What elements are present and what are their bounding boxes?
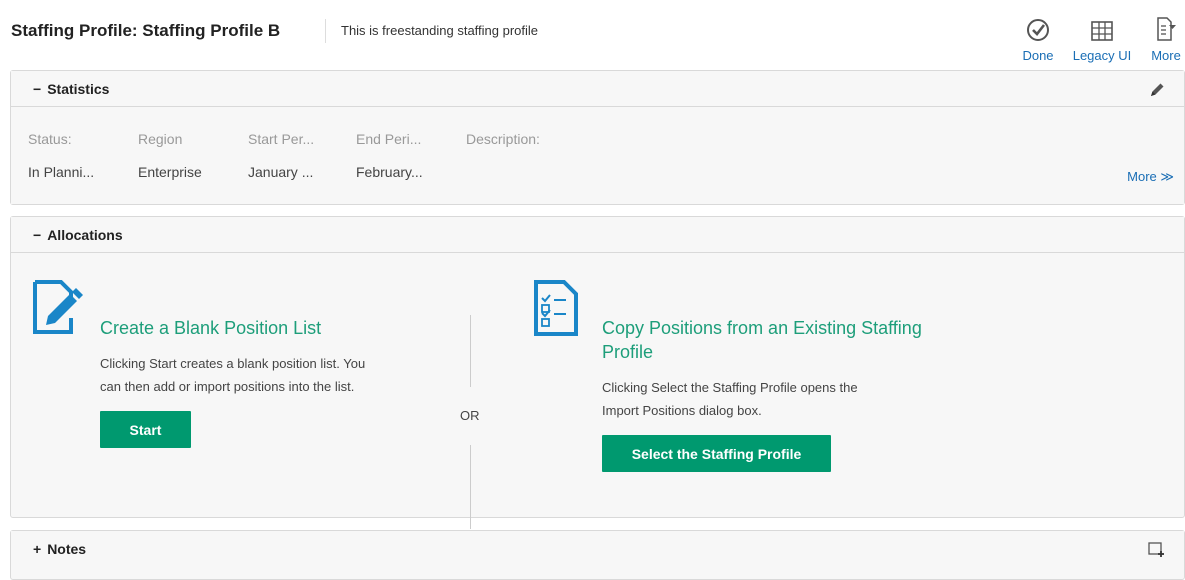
table-grid-icon <box>1068 14 1136 42</box>
copy-positions-title-2: Profile <box>602 342 654 362</box>
stat-label: Description: <box>466 131 540 147</box>
edit-pencil-icon[interactable] <box>1148 81 1166 104</box>
stat-description: Description: <box>466 131 540 164</box>
allocations-body: Create a Blank Position List Clicking St… <box>11 253 1184 529</box>
stat-region: Region Enterprise <box>138 131 202 180</box>
or-divider-bottom <box>470 445 471 529</box>
copy-positions-title-1: Copy Positions from an Existing Staffing <box>602 318 922 338</box>
done-label: Done <box>1022 48 1054 63</box>
stat-status: Status: In Planni... <box>28 131 94 180</box>
statistics-body: Status: In Planni... Region Enterprise S… <box>11 107 1184 204</box>
or-divider-top <box>470 315 471 387</box>
notes-title: Notes <box>47 541 87 557</box>
page-description: This is freestanding staffing profile <box>341 23 539 38</box>
stat-label: End Peri... <box>356 131 422 147</box>
collapse-toggle[interactable]: − <box>33 81 41 97</box>
select-staffing-profile-button[interactable]: Select the Staffing Profile <box>602 435 831 472</box>
more-label: More <box>1151 48 1181 63</box>
blank-list-text-2: can then add or import positions into th… <box>100 379 355 394</box>
stat-value: Enterprise <box>138 164 202 180</box>
blank-list-text-1: Clicking Start creates a blank position … <box>100 356 366 371</box>
statistics-title: Statistics <box>47 80 110 97</box>
allocations-header[interactable]: − Allocations <box>11 217 1184 253</box>
copy-positions-text-2: Import Positions dialog box. <box>602 403 762 418</box>
check-circle-icon <box>1019 14 1057 42</box>
allocations-title: Allocations <box>47 226 123 243</box>
or-label: OR <box>460 408 480 423</box>
stat-label: Start Per... <box>248 131 315 147</box>
statistics-header[interactable]: − Statistics <box>11 71 1184 107</box>
more-actions-button[interactable]: More <box>1148 14 1184 63</box>
stat-end-period: End Peri... February... <box>356 131 423 180</box>
page-title: Staffing Profile: Staffing Profile B <box>11 21 281 40</box>
notes-header[interactable]: + Notes <box>11 531 1184 567</box>
more-menu-icon <box>1148 14 1184 42</box>
collapse-toggle[interactable]: − <box>33 227 41 243</box>
start-button[interactable]: Start <box>100 411 191 448</box>
copy-positions-text-1: Clicking Select the Staffing Profile ope… <box>602 380 858 395</box>
title-divider <box>325 19 326 43</box>
stat-value: January ... <box>248 164 314 180</box>
stat-start-period: Start Per... January ... <box>248 131 314 180</box>
stat-label: Region <box>138 131 183 147</box>
notes-panel: + Notes <box>10 530 1185 580</box>
stat-value: February... <box>356 164 423 180</box>
allocations-panel: − Allocations Create a Blank Position Li… <box>10 216 1185 529</box>
legacy-ui-label: Legacy UI <box>1072 48 1132 63</box>
stat-label: Status: <box>28 131 72 147</box>
checklist-document-icon <box>533 279 581 342</box>
edit-document-icon <box>32 279 84 342</box>
blank-list-title: Create a Blank Position List <box>100 318 322 338</box>
stat-value: In Planni... <box>28 164 95 180</box>
statistics-more-link[interactable]: More ≫ <box>1127 169 1174 185</box>
legacy-ui-button[interactable]: Legacy UI <box>1068 14 1136 63</box>
expand-toggle[interactable]: + <box>33 541 41 557</box>
page-header: Staffing Profile: Staffing Profile B Thi… <box>0 0 1185 68</box>
statistics-panel: − Statistics Status: In Planni... Region… <box>10 70 1185 205</box>
done-button[interactable]: Done <box>1019 14 1057 63</box>
add-note-icon[interactable] <box>1148 542 1166 563</box>
